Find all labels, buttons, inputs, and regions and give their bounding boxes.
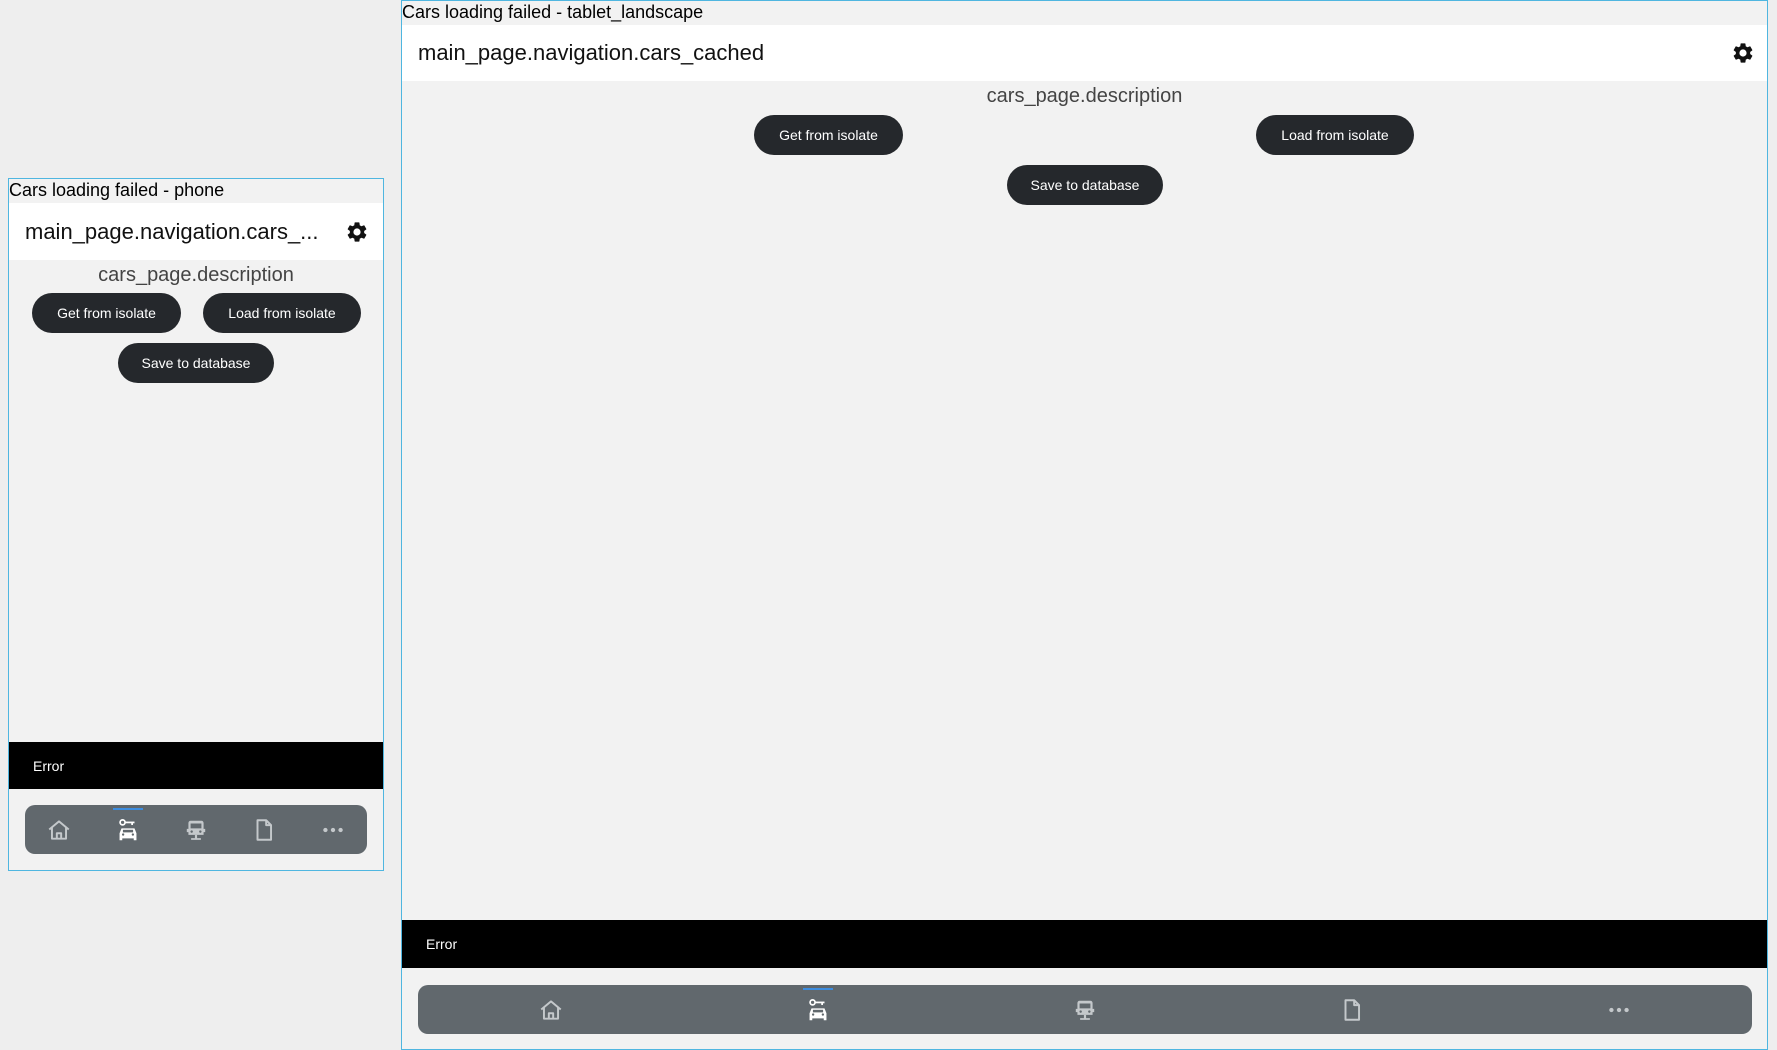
nav-item-seats[interactable] xyxy=(176,808,216,852)
gear-icon xyxy=(347,221,367,242)
phone-page-description: cars_page.description xyxy=(98,264,294,286)
nav-item-home[interactable] xyxy=(531,988,571,1032)
tablet-load-from-isolate-button[interactable]: Load from isolate xyxy=(1256,115,1414,155)
nav-item-seats[interactable] xyxy=(1065,988,1105,1032)
car-key-icon xyxy=(118,818,137,840)
phone-error-snackbar: Error xyxy=(9,742,383,789)
tablet-get-from-isolate-button[interactable]: Get from isolate xyxy=(754,115,903,155)
document-icon xyxy=(256,818,273,841)
active-indicator xyxy=(112,807,143,810)
phone-save-to-database-button[interactable]: Save to database xyxy=(118,343,274,383)
phone-snackbar-text: Error xyxy=(33,757,65,774)
more-horizontal-icon xyxy=(323,827,343,832)
active-indicator xyxy=(803,987,834,990)
tablet-frame-label: Cars loading failed - tablet_landscape xyxy=(402,2,704,22)
more-horizontal-icon xyxy=(1608,1007,1629,1012)
tablet-error-snackbar: Error xyxy=(402,920,1767,968)
phone-get-from-isolate-button[interactable]: Get from isolate xyxy=(32,293,181,333)
tablet-snackbar-text: Error xyxy=(426,936,458,952)
phone-app-bar: main_page.navigation.cars_... xyxy=(9,203,383,260)
nav-item-more[interactable] xyxy=(1599,988,1639,1032)
home-icon xyxy=(48,819,70,840)
nav-item-documents[interactable] xyxy=(1332,988,1372,1032)
tablet-preview-frame: Cars loading failed - tablet_landscape m… xyxy=(401,0,1768,1050)
phone-bottom-navigation xyxy=(25,805,367,854)
tablet-page-description: cars_page.description xyxy=(986,85,1183,107)
phone-app-bar-title: main_page.navigation.cars_... xyxy=(25,218,319,244)
phone-load-from-isolate-button[interactable]: Load from isolate xyxy=(203,293,361,333)
tablet-app-bar: main_page.navigation.cars_cached xyxy=(402,25,1767,81)
nav-item-cars[interactable] xyxy=(108,807,148,852)
car-seat-icon xyxy=(186,820,206,840)
nav-item-cars[interactable] xyxy=(798,987,838,1032)
phone-frame-label: Cars loading failed - phone xyxy=(9,180,225,200)
car-key-icon xyxy=(809,998,827,1020)
tablet-bottom-navigation xyxy=(418,985,1752,1034)
tablet-save-to-database-button[interactable]: Save to database xyxy=(1007,165,1163,205)
tablet-settings-button[interactable] xyxy=(1731,41,1755,65)
tablet-app-bar-title: main_page.navigation.cars_cached xyxy=(418,40,765,65)
gear-icon xyxy=(1733,43,1753,63)
car-seat-icon xyxy=(1075,1000,1095,1020)
phone-settings-button[interactable] xyxy=(345,220,369,244)
nav-item-home[interactable] xyxy=(39,808,79,852)
home-icon xyxy=(541,999,562,1020)
document-icon xyxy=(1344,998,1360,1021)
nav-item-more[interactable] xyxy=(313,808,353,852)
nav-item-documents[interactable] xyxy=(244,808,284,852)
phone-preview-frame: Cars loading failed - phone main_page.na… xyxy=(8,178,384,871)
